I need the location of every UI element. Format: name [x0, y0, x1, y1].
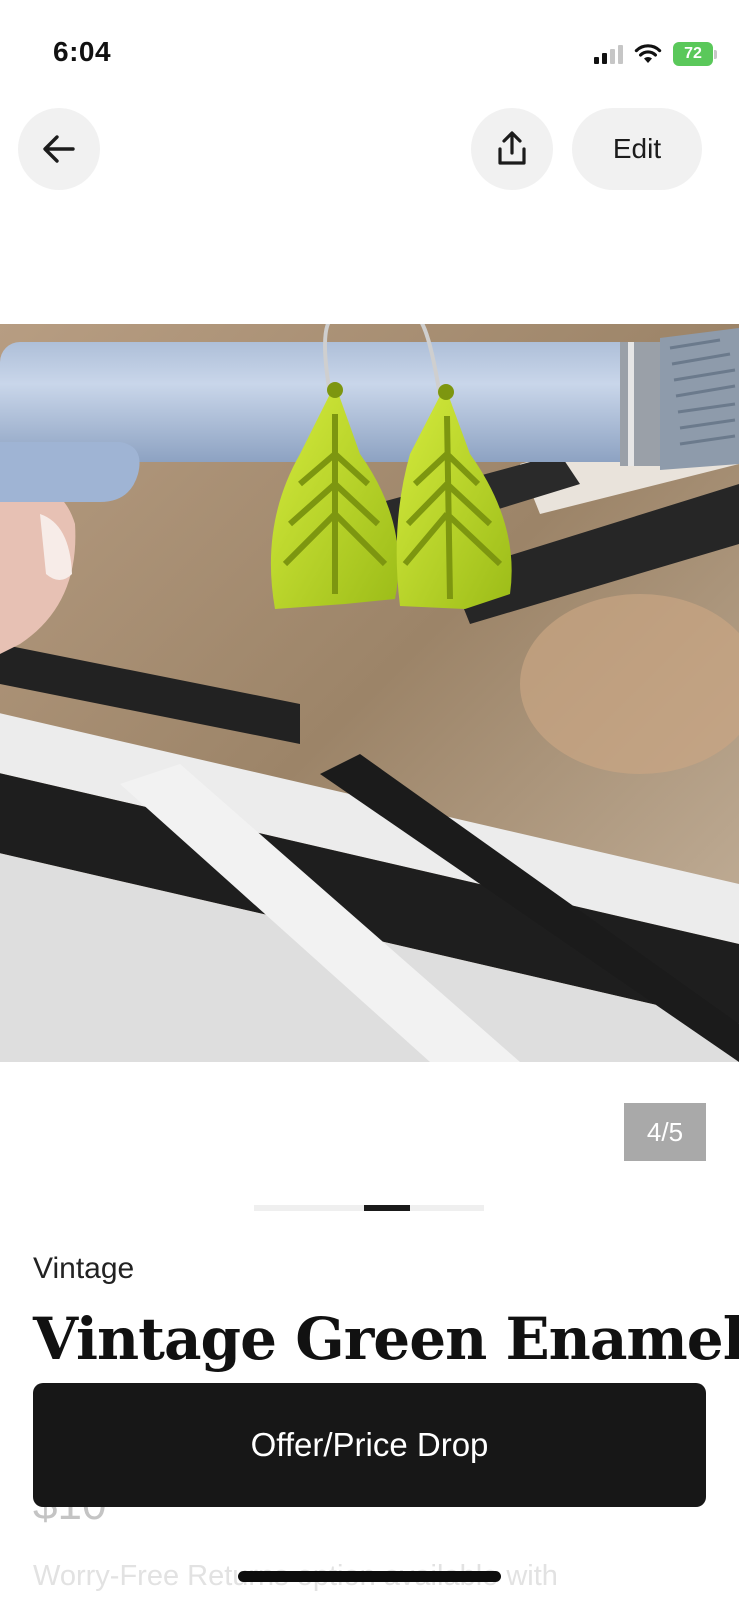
back-button[interactable]: [18, 108, 100, 190]
share-button[interactable]: [471, 108, 553, 190]
offer-price-drop-button[interactable]: Offer/Price Drop: [33, 1383, 706, 1507]
status-icons: 72: [594, 40, 717, 68]
arrow-left-icon: [43, 135, 75, 163]
share-upload-icon: [498, 131, 526, 165]
listing-category: Vintage: [33, 1252, 135, 1285]
status-bar: 6:04 72: [0, 0, 739, 100]
product-photo[interactable]: [0, 324, 739, 1062]
status-time: 6:04: [53, 36, 112, 67]
battery-level: 72: [673, 42, 713, 66]
image-counter-badge: 4/5: [624, 1103, 706, 1161]
listing-title: Vintage Green Enamel: [33, 1305, 739, 1373]
gallery-pager: [254, 1205, 484, 1211]
edit-button[interactable]: Edit: [572, 108, 702, 190]
wifi-icon: [634, 44, 662, 63]
cellular-signal-icon: [594, 44, 623, 64]
gallery-pager-active: [364, 1205, 410, 1211]
earrings-photo-image: [0, 324, 739, 1062]
battery-charging-icon: 72: [673, 42, 717, 66]
home-indicator[interactable]: [238, 1571, 501, 1582]
listing-screen: 6:04 72 Edit 4/5 Vintage Vintage Green E…: [0, 0, 739, 1600]
